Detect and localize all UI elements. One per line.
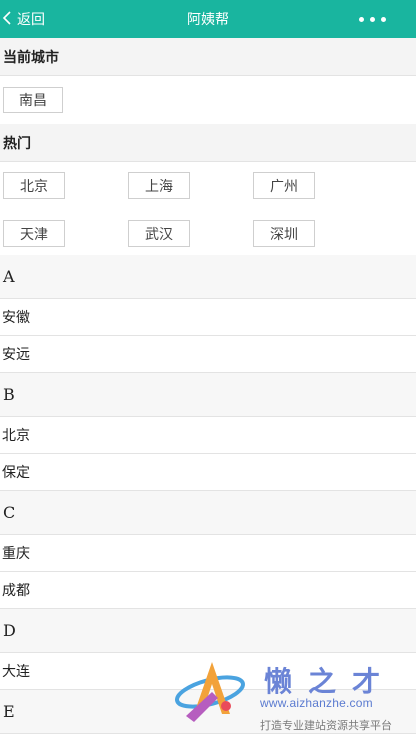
hot-city-chip[interactable]: 深圳 [253,220,315,247]
letter-header-e: E [0,690,416,734]
page-title: 阿姨帮 [187,12,229,28]
current-city-row: 南昌 [0,76,416,124]
chevron-left-icon [2,10,11,28]
hot-cities-grid: 北京 上海 广州 天津 武汉 深圳 [0,162,416,255]
current-city-heading: 当前城市 [0,38,416,76]
letter-header-b: B [0,373,416,417]
city-list-item[interactable]: 保定 [0,454,416,491]
back-button[interactable]: 返回 [2,9,45,29]
letter-header-a: A [0,255,416,299]
city-list-item[interactable]: 大连 [0,653,416,690]
city-list-item[interactable]: 安远 [0,336,416,373]
more-options-icon[interactable] [359,16,386,22]
hot-city-chip[interactable]: 武汉 [128,220,190,247]
current-city-chip[interactable]: 南昌 [3,87,63,113]
letter-header-c: C [0,491,416,535]
hot-city-chip[interactable]: 广州 [253,172,315,199]
letter-header-d: D [0,609,416,653]
hot-cities-heading: 热门 [0,124,416,162]
city-list-item[interactable]: 北京 [0,417,416,454]
city-list-item[interactable]: 成都 [0,572,416,609]
city-list-item[interactable]: 安徽 [0,299,416,336]
hot-city-chip[interactable]: 天津 [3,220,65,247]
back-label: 返回 [17,12,45,28]
top-bar: 返回 阿姨帮 [0,0,416,38]
city-list-item[interactable]: 重庆 [0,535,416,572]
hot-city-chip[interactable]: 北京 [3,172,65,199]
hot-city-chip[interactable]: 上海 [128,172,190,199]
